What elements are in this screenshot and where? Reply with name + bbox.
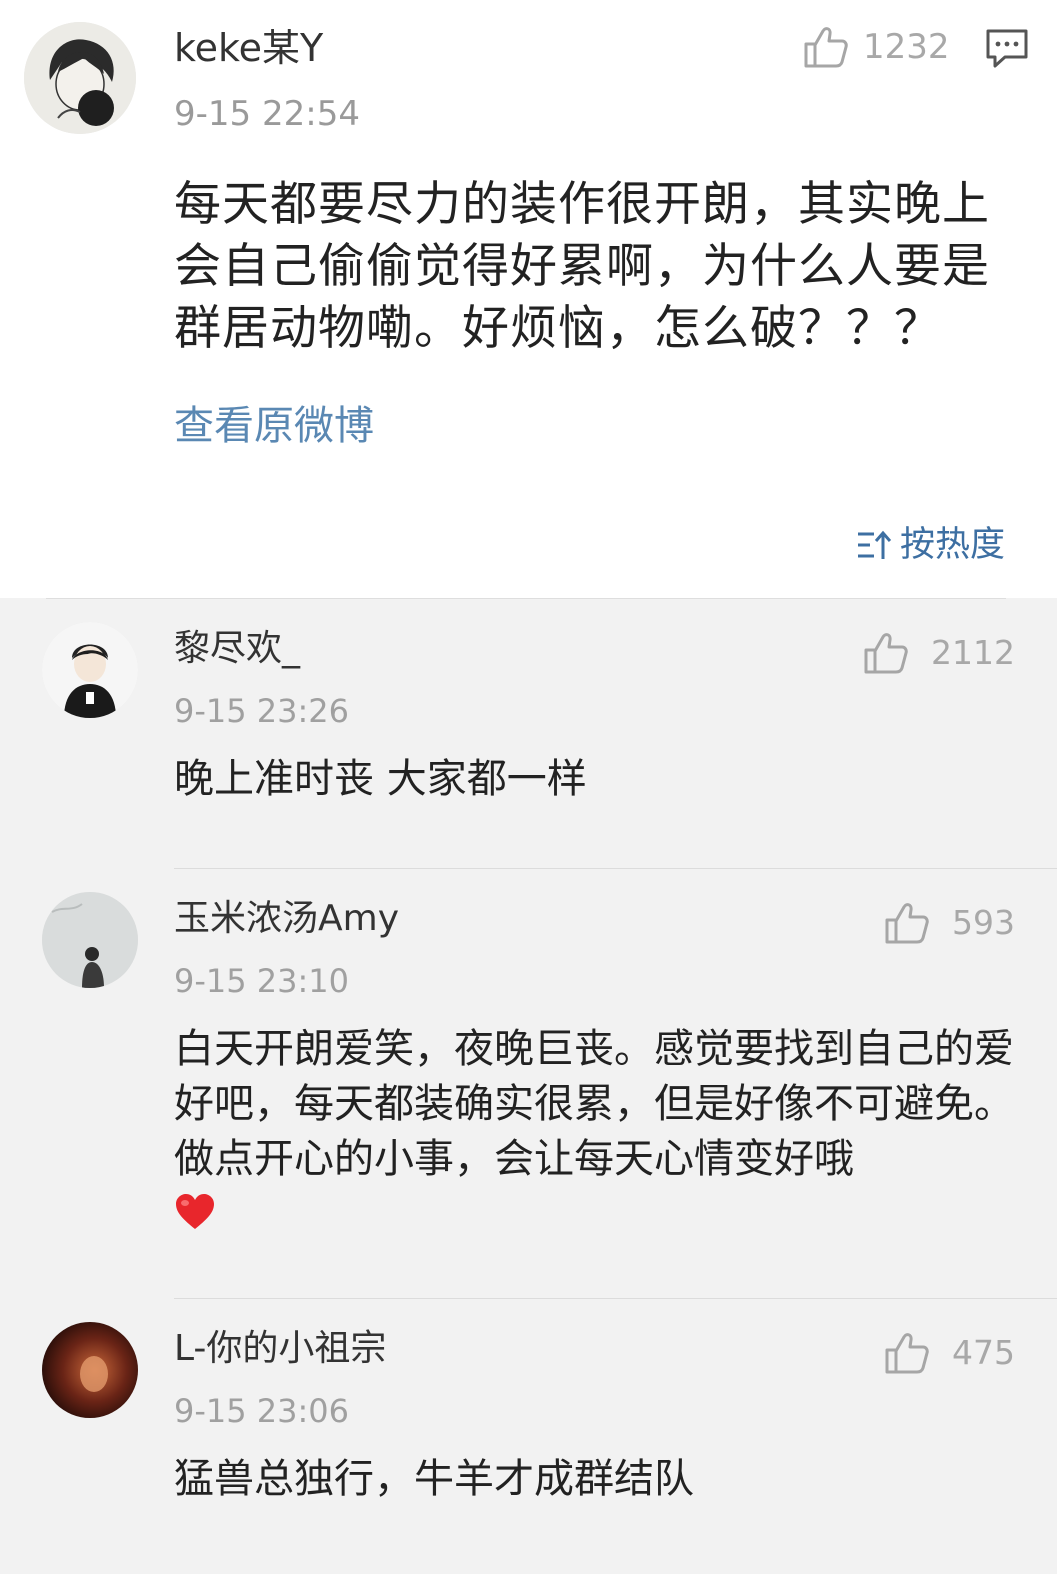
view-original-link[interactable]: 查看原微博 <box>174 400 374 452</box>
comment-text: 白天开朗爱笑，夜晚巨丧。感觉要找到自己的爱好吧，每天都装确实很累，但是好像不可避… <box>174 1026 1014 1182</box>
thumbs-up-icon <box>864 633 908 674</box>
thumbs-up-icon <box>885 903 929 944</box>
comment-like-button[interactable]: 593 <box>884 900 1015 946</box>
comment-username[interactable]: L-你的小祖宗 <box>174 1326 386 1372</box>
comment-timestamp: 9-15 23:26 <box>174 692 350 730</box>
divider <box>46 598 1006 599</box>
comment-like-count: 593 <box>952 903 1015 942</box>
comment-username[interactable]: 黎尽欢_ <box>174 626 300 672</box>
comment-like-count: 2112 <box>931 633 1015 672</box>
comment-timestamp: 9-15 23:06 <box>174 1392 350 1430</box>
thumbs-up-icon <box>804 27 848 68</box>
divider <box>174 868 1057 869</box>
comment-item: 黎尽欢_ 9-15 23:26 2112 晚上准时丧 大家都一样 <box>0 600 1057 870</box>
comment-item: 玉米浓汤Amy 9-15 23:10 593 白天开朗爱笑，夜晚巨丧。感觉要找到… <box>0 870 1057 1300</box>
comment-like-button[interactable]: 2112 <box>863 630 1015 676</box>
sort-by-hot-button[interactable]: 按热度 <box>856 522 1005 568</box>
original-post: keke某Y 9-15 22:54 1232 每天都要尽力的装作很开朗，其实晚上… <box>0 0 1057 598</box>
post-like-button[interactable]: 1232 <box>803 24 950 70</box>
comment-text: 晚上准时丧 大家都一样 <box>174 756 587 802</box>
comment-like-button[interactable]: 475 <box>884 1330 1015 1376</box>
comment-text: 猛兽总独行，牛羊才成群结队 <box>174 1456 694 1502</box>
post-username[interactable]: keke某Y <box>174 24 323 72</box>
comment-avatar[interactable] <box>42 892 138 988</box>
divider <box>174 1298 1057 1299</box>
post-timestamp: 9-15 22:54 <box>174 94 360 134</box>
comment-icon[interactable] <box>985 28 1029 70</box>
comment-avatar[interactable] <box>42 1322 138 1418</box>
comment-text-block: 白天开朗爱笑，夜晚巨丧。感觉要找到自己的爱好吧，每天都装确实很累，但是好像不可避… <box>174 1022 1024 1231</box>
comment-like-count: 475 <box>952 1333 1015 1372</box>
comment-avatar[interactable] <box>42 622 138 718</box>
comment-username[interactable]: 玉米浓汤Amy <box>174 896 399 942</box>
post-avatar[interactable] <box>24 22 136 134</box>
comment-timestamp: 9-15 23:10 <box>174 962 350 1000</box>
post-like-count: 1232 <box>863 27 950 67</box>
heart-emoji-icon <box>176 1194 214 1229</box>
post-text: 每天都要尽力的装作很开朗，其实晚上会自己偷偷觉得好累啊，为什么人要是群居动物嘞。… <box>174 177 990 356</box>
sort-label: 按热度 <box>899 525 1005 565</box>
sort-icon <box>857 530 892 559</box>
comment-item: L-你的小祖宗 9-15 23:06 475 猛兽总独行，牛羊才成群结队 <box>0 1300 1057 1574</box>
thumbs-up-icon <box>885 1333 929 1374</box>
